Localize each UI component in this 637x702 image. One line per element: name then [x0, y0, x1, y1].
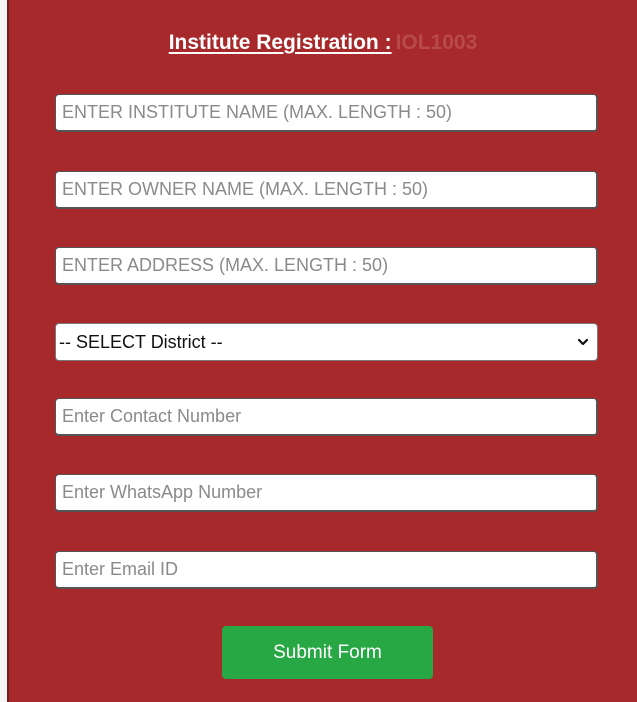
address-input[interactable]: [55, 247, 598, 285]
email-input[interactable]: [55, 551, 598, 589]
district-select-value: -- SELECT District --: [59, 332, 223, 352]
institute-name-input[interactable]: [55, 94, 598, 132]
registration-page: Institute Registration :IOL1003 -- SELEC…: [0, 0, 637, 702]
whatsapp-number-input[interactable]: [55, 474, 598, 512]
owner-name-input[interactable]: [55, 171, 598, 209]
form-title: Institute Registration :: [168, 31, 392, 54]
district-select[interactable]: -- SELECT District --: [55, 323, 598, 361]
form-header: Institute Registration : IOL1003: [9, 26, 637, 60]
page-edge: [0, 0, 9, 702]
registration-form-panel: Institute Registration :IOL1003 -- SELEC…: [9, 0, 637, 702]
contact-number-input[interactable]: [55, 398, 598, 436]
submit-form-button[interactable]: Submit Form: [222, 626, 433, 679]
chevron-down-icon[interactable]: [577, 336, 589, 348]
institute-code: IOL1003: [395, 31, 478, 54]
